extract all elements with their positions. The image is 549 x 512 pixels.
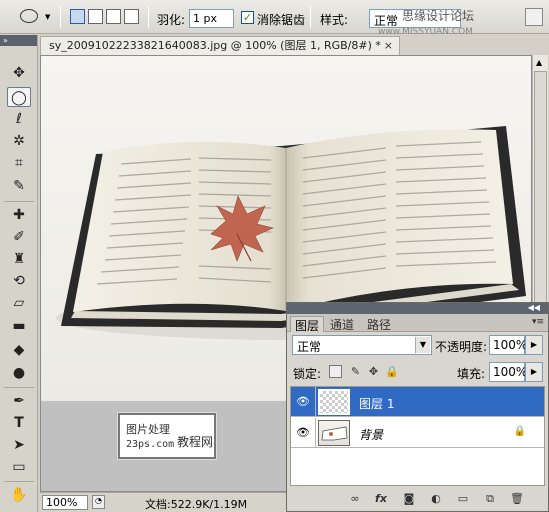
watermark-stamp: 图片处理 23ps.com 教程网 <box>117 412 217 460</box>
fill-input[interactable]: 100% <box>489 362 527 382</box>
collapse-icon[interactable]: ◀◀ <box>528 303 540 312</box>
eyedropper-tool-icon[interactable]: ✎ <box>7 176 31 196</box>
close-icon[interactable]: × <box>384 37 393 55</box>
new-selection-icon[interactable] <box>70 9 85 24</box>
opacity-input[interactable]: 100% <box>489 335 527 355</box>
lock-pixels-icon[interactable]: ✎ <box>349 365 362 378</box>
scrollbar-thumb[interactable] <box>534 71 547 331</box>
site-watermark: 思缘设计论坛www.MISSYUAN.COM <box>372 7 549 37</box>
brush-tool-icon[interactable]: ✐ <box>7 227 31 247</box>
elliptical-marquee-tool-icon[interactable]: ◯ <box>7 87 31 107</box>
feather-input[interactable]: 1 px <box>189 9 234 28</box>
panel-footer: ∞ fx ◙ ◐ ▭ ⧉ 🗑 <box>287 489 548 511</box>
watermark-line-3: 教程网 <box>177 435 214 449</box>
layer-thumbnail <box>318 389 350 415</box>
eraser-tool-icon[interactable]: ▱ <box>7 293 31 313</box>
options-bar: ▼ 羽化: 1 px ✓ 消除锯齿 样式: 正常 思缘设计论坛www.MISSY… <box>0 0 549 37</box>
opacity-label: 不透明度: <box>435 340 488 354</box>
fill-slider-button[interactable]: ▶ <box>525 362 543 382</box>
scroll-up-icon[interactable]: ▲ <box>536 58 542 67</box>
layer-name[interactable]: 背景 <box>359 426 383 443</box>
intersect-selection-icon[interactable] <box>124 9 139 24</box>
blend-mode-select[interactable]: 正常 ▼ <box>292 335 432 355</box>
blend-mode-value: 正常 <box>297 340 322 354</box>
magic-wand-tool-icon[interactable]: ✲ <box>7 131 31 151</box>
opacity-slider-button[interactable]: ▶ <box>525 335 543 355</box>
history-brush-tool-icon[interactable]: ⟲ <box>7 271 31 291</box>
path-selection-tool-icon[interactable]: ➤ <box>7 435 31 455</box>
new-layer-icon[interactable]: ⧉ <box>482 492 498 506</box>
add-mask-icon[interactable]: ◙ <box>401 492 417 506</box>
separator <box>60 6 61 28</box>
watermark-line-2: 23ps.com <box>126 439 175 450</box>
blur-tool-icon[interactable]: ◆ <box>7 340 31 360</box>
toolbox-header[interactable]: » <box>0 35 37 46</box>
subtract-from-selection-icon[interactable] <box>106 9 121 24</box>
healing-brush-tool-icon[interactable]: ✚ <box>7 205 31 225</box>
hand-tool-icon[interactable]: ✋ <box>7 485 31 505</box>
palette-well-button[interactable] <box>525 8 543 26</box>
pen-tool-icon[interactable]: ✒ <box>7 391 31 411</box>
separator <box>4 481 34 482</box>
watermark-line-1: 图片处理 <box>126 423 170 436</box>
type-tool-icon[interactable]: T <box>7 413 31 433</box>
shape-tool-icon[interactable]: ▭ <box>7 457 31 477</box>
layer-thumbnail <box>318 420 350 446</box>
lasso-tool-icon[interactable]: ℓ <box>7 109 31 129</box>
layer-list: 👁 图层 1 👁 背景 🔒 <box>290 386 545 486</box>
antialias-label: 消除锯齿 <box>257 13 306 27</box>
separator <box>4 201 34 202</box>
lock-transparency-icon[interactable] <box>329 365 342 378</box>
status-info-icon[interactable]: ◔ <box>92 495 105 509</box>
fill-label: 填充: <box>457 367 486 381</box>
visibility-eye-icon[interactable]: 👁 <box>296 426 310 439</box>
antialias-checkbox[interactable]: ✓ <box>241 11 254 24</box>
new-group-icon[interactable]: ▭ <box>455 492 471 506</box>
panel-menu-icon[interactable]: ▾≡ <box>532 317 544 327</box>
chevron-down-icon[interactable]: ▼ <box>415 337 430 353</box>
dodge-tool-icon[interactable]: ● <box>7 363 31 383</box>
lock-position-icon[interactable]: ✥ <box>367 365 380 378</box>
layers-panel: ◀◀ 图层 通道 路径 ▾≡ 正常 ▼ 不透明度: 100% ▶ 锁定: ✎ ✥… <box>286 302 549 512</box>
lock-all-icon[interactable]: 🔒 <box>385 365 399 378</box>
link-layers-icon[interactable]: ∞ <box>347 492 363 506</box>
document-title: sy_20091022233821640083.jpg @ 100% (图层 1… <box>49 39 381 52</box>
panel-tabs: 图层 通道 路径 ▾≡ <box>287 314 548 333</box>
lock-label: 锁定: <box>293 367 322 381</box>
delete-layer-icon[interactable]: 🗑 <box>509 492 525 506</box>
document-tab[interactable]: sy_20091022233821640083.jpg @ 100% (图层 1… <box>40 36 400 55</box>
layer-lock-icon: 🔒 <box>513 426 526 437</box>
panel-header[interactable]: ◀◀ <box>287 303 548 314</box>
tab-layers[interactable]: 图层 <box>290 316 325 333</box>
adjustment-layer-icon[interactable]: ◐ <box>428 492 444 506</box>
site-watermark-text: 思缘设计论坛 <box>402 9 475 23</box>
clone-stamp-tool-icon[interactable]: ♜ <box>7 249 31 269</box>
feather-label: 羽化: <box>157 13 186 27</box>
zoom-field[interactable]: 100% <box>42 495 88 510</box>
style-label: 样式: <box>320 13 349 27</box>
crop-tool-icon[interactable]: ⌗ <box>7 153 31 173</box>
gradient-tool-icon[interactable]: ▬ <box>7 316 31 336</box>
document-info: 文档:522.9K/1.19M <box>145 498 248 511</box>
separator <box>310 6 311 28</box>
layer-row[interactable]: 👁 背景 🔒 <box>291 418 544 448</box>
toolbox: » ✥ ◯ ℓ ✲ ⌗ ✎ ✚ ✐ ♜ ⟲ ▱ ▬ ◆ ● ✒ T ➤ ▭ ✋ <box>0 35 38 512</box>
tab-paths[interactable]: 路径 <box>363 316 395 332</box>
move-tool-icon[interactable]: ✥ <box>7 63 31 83</box>
preset-dropdown-icon[interactable]: ▼ <box>45 13 50 21</box>
layer-style-icon[interactable]: fx <box>373 492 389 506</box>
elliptical-marquee-preset-icon[interactable] <box>20 9 38 23</box>
layer-name[interactable]: 图层 1 <box>359 395 394 412</box>
add-to-selection-icon[interactable] <box>88 9 103 24</box>
visibility-eye-icon[interactable]: 👁 <box>296 395 310 408</box>
separator <box>148 6 149 28</box>
separator <box>4 387 34 388</box>
layer-row[interactable]: 👁 图层 1 <box>291 387 544 417</box>
tab-channels[interactable]: 通道 <box>326 316 358 332</box>
